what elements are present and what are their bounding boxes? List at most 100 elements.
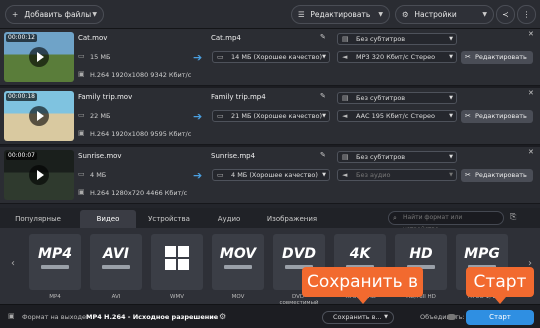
save-to-button[interactable]: Сохранить в... ▼ xyxy=(322,311,394,324)
source-file-name: Family trip.mov xyxy=(78,93,133,101)
rename-pencil-icon[interactable]: ✎ xyxy=(320,92,330,102)
tab-1[interactable]: Видео xyxy=(80,210,136,228)
format-logo-icon: AVI xyxy=(103,246,129,262)
file-row[interactable]: 00:00:18 Family trip.mov ▭ 22 МБ ▣ H.264… xyxy=(0,88,540,145)
settings-icon: ⚙ xyxy=(402,10,409,19)
chevron-down-icon: ▼ xyxy=(449,154,453,160)
format-logo-icon: MPG xyxy=(464,246,500,262)
rename-pencil-icon[interactable]: ✎ xyxy=(320,151,330,161)
file-row[interactable]: 00:00:07 Sunrise.mov ▭ 4 МБ ▣ H.264 1280… xyxy=(0,147,540,204)
menu-button[interactable]: ⋮ xyxy=(517,5,536,24)
settings-button[interactable]: ⚙ Настройки ▼ xyxy=(395,5,494,24)
windows-logo-icon xyxy=(165,246,189,270)
file-icon: ▭ xyxy=(78,52,85,60)
bottom-bar: ▣ Формат на выходе: MP4 H.264 - Исходное… xyxy=(0,304,540,328)
output-format-label: Формат на выходе: xyxy=(22,313,89,321)
play-icon[interactable] xyxy=(29,47,49,67)
share-button[interactable]: ≺ xyxy=(496,5,515,24)
audio-track-select[interactable]: ◄ MP3 320 Кбит/с Стерео ▼ xyxy=(337,51,457,63)
format-mp4[interactable]: MP4 xyxy=(29,234,81,290)
video-thumbnail[interactable]: 00:00:18 xyxy=(4,91,74,141)
plus-icon: + xyxy=(12,10,19,19)
format-label: MP4 xyxy=(49,294,61,300)
format-badge xyxy=(41,265,69,269)
film-icon: ▣ xyxy=(8,312,15,320)
play-icon[interactable] xyxy=(29,106,49,126)
format-label: AVI xyxy=(111,294,121,300)
edit-file-button[interactable]: ✂ Редактировать xyxy=(461,169,533,182)
start-button[interactable]: Старт xyxy=(466,310,534,325)
merge-label: Объединить: xyxy=(420,313,465,321)
subtitles-select[interactable]: ▤ Без субтитров ▼ xyxy=(337,92,457,104)
source-file-size: 15 МБ xyxy=(90,53,111,61)
scissors-icon: ✂ xyxy=(465,53,471,61)
quality-select[interactable]: ▭ 21 МБ (Хорошее качество) ▼ xyxy=(212,110,330,122)
tab-4[interactable]: Изображения xyxy=(256,210,328,228)
source-codec-info: H.264 1280x720 4466 Кбит/с xyxy=(90,189,188,197)
video-icon: ▣ xyxy=(78,70,85,78)
output-file-name[interactable]: Family trip.mp4 xyxy=(211,93,266,101)
video-icon: ▣ xyxy=(78,188,85,196)
chevron-down-icon: ▼ xyxy=(322,54,326,60)
chevron-down-icon: ▼ xyxy=(449,172,453,178)
toolbar: + Добавить файлы ▼ ☰ Редактировать ▼ ⚙ Нас… xyxy=(0,0,540,29)
format-label: WMV xyxy=(170,294,184,300)
chevron-down-icon: ▼ xyxy=(378,11,383,18)
tab-2[interactable]: Устройства xyxy=(137,210,201,228)
convert-arrow-icon: ➔ xyxy=(193,51,203,64)
prev-format-arrow[interactable]: ‹ xyxy=(11,258,15,269)
quality-select[interactable]: ▭ 4 МБ (Хорошее качество) ▼ xyxy=(212,169,330,181)
source-codec-info: H.264 1920x1080 9342 Кбит/с xyxy=(90,71,192,79)
chevron-down-icon: ▼ xyxy=(384,314,388,320)
edit-file-button[interactable]: ✂ Редактировать xyxy=(461,51,533,64)
output-file-name[interactable]: Sunrise.mp4 xyxy=(211,152,255,160)
file-icon: ▭ xyxy=(217,112,224,120)
subtitles-select[interactable]: ▤ Без субтитров ▼ xyxy=(337,33,457,45)
subtitles-icon: ▤ xyxy=(342,94,349,102)
format-logo-icon: MOV xyxy=(219,246,257,262)
format-mov[interactable]: MOV xyxy=(212,234,264,290)
rename-pencil-icon[interactable]: ✎ xyxy=(320,33,330,43)
app-window: + Добавить файлы ▼ ☰ Редактировать ▼ ⚙ Нас… xyxy=(0,0,540,328)
file-row[interactable]: 00:00:12 Cat.mov ▭ 15 МБ ▣ H.264 1920x10… xyxy=(0,29,540,86)
output-file-name[interactable]: Cat.mp4 xyxy=(211,34,241,42)
subtitles-icon: ▤ xyxy=(342,153,349,161)
quality-select[interactable]: ▭ 14 МБ (Хорошее качество) ▼ xyxy=(212,51,330,63)
scissors-icon: ✂ xyxy=(465,112,471,120)
tab-3[interactable]: Аудио xyxy=(204,210,254,228)
edit-menu-button[interactable]: ☰ Редактировать ▼ xyxy=(291,5,390,24)
export-icon[interactable]: ⎘ xyxy=(510,212,516,222)
close-icon[interactable]: ✕ xyxy=(528,89,534,97)
source-file-name: Sunrise.mov xyxy=(78,152,122,160)
audio-track-select[interactable]: ◄ AAC 195 Кбит/с Стерео ▼ xyxy=(337,110,457,122)
format-gallery: ‹ › MP4 MP4 AVI AVI WMV MOV MOV DVD DVD-совмести… xyxy=(0,228,540,306)
subtitles-select[interactable]: ▤ Без субтитров ▼ xyxy=(337,151,457,163)
close-icon[interactable]: ✕ xyxy=(528,148,534,156)
file-icon: ▭ xyxy=(78,111,85,119)
edit-file-button[interactable]: ✂ Редактировать xyxy=(461,110,533,123)
video-icon: ▣ xyxy=(78,129,85,137)
merge-toggle[interactable] xyxy=(447,314,456,320)
chevron-down-icon: ▼ xyxy=(92,11,97,18)
tab-0[interactable]: Популярные xyxy=(3,210,73,228)
video-thumbnail[interactable]: 00:00:12 xyxy=(4,32,74,82)
subtitles-icon: ▤ xyxy=(342,35,349,43)
source-file-size: 22 МБ xyxy=(90,112,111,120)
video-thumbnail[interactable]: 00:00:07 xyxy=(4,150,74,200)
format-wmv[interactable] xyxy=(151,234,203,290)
audio-track-select[interactable]: ◄ Без аудио ▼ xyxy=(337,169,457,181)
add-files-button[interactable]: + Добавить файлы ▼ xyxy=(5,5,104,24)
format-badge xyxy=(224,265,252,269)
start-callout: Старт xyxy=(466,267,534,304)
source-file-size: 4 МБ xyxy=(90,171,107,179)
format-avi[interactable]: AVI xyxy=(90,234,142,290)
format-search-input[interactable]: ⌕Найти формат или устройство... xyxy=(388,211,504,233)
format-logo-icon: DVD xyxy=(281,246,317,262)
play-icon[interactable] xyxy=(29,165,49,185)
chevron-down-icon: ▼ xyxy=(449,95,453,101)
format-logo-icon: MP4 xyxy=(38,246,72,262)
gear-icon[interactable]: ⚙ xyxy=(219,312,226,321)
source-file-name: Cat.mov xyxy=(78,34,108,42)
close-icon[interactable]: ✕ xyxy=(528,30,534,38)
chevron-down-icon: ▼ xyxy=(449,54,453,60)
